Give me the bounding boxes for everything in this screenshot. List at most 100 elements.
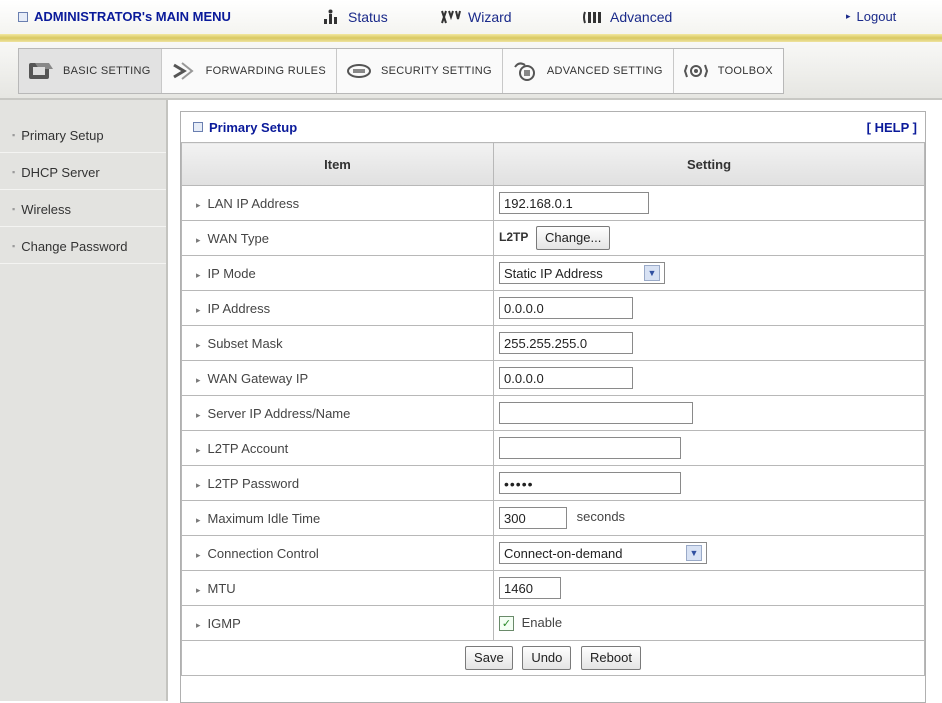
row-value-cell: [493, 395, 925, 431]
tab-basic-setting[interactable]: BASIC SETTING: [19, 49, 162, 93]
row-label-cell: ▸ WAN Gateway IP: [181, 360, 494, 396]
square-bullet-icon: [18, 11, 28, 22]
logout-link[interactable]: ▸ Logout: [846, 9, 896, 24]
change-wan-type-button[interactable]: Change...: [535, 226, 611, 250]
row-label-cell: ▸ WAN Type: [181, 220, 494, 256]
row-label-cell: ▸ L2TP Account: [181, 430, 494, 466]
status-link[interactable]: Status: [322, 9, 388, 25]
table-row: ▸ L2TP Account: [181, 430, 925, 466]
table-row: ▸ IGMP ✓ Enable: [181, 605, 925, 641]
ip-mode-selected: Static IP Address: [504, 265, 603, 281]
column-header-setting: Setting: [493, 142, 925, 186]
sidebar-item-label: Change Password: [21, 238, 128, 254]
idle-time-label: Maximum Idle Time: [207, 510, 321, 526]
row-label-cell: ▸ Server IP Address/Name: [181, 395, 494, 431]
wan-gateway-input[interactable]: 0.0.0.0: [499, 367, 633, 389]
undo-button[interactable]: Undo: [522, 646, 572, 670]
arrow-right-icon: ▸: [196, 199, 201, 210]
sidebar-item-primary-setup[interactable]: ▪ Primary Setup: [0, 118, 166, 153]
tab-toolbox[interactable]: TOOLBOX: [674, 49, 783, 93]
row-value-cell: 192.168.0.1: [493, 185, 925, 221]
table-row: ▸ MTU 1460: [181, 570, 925, 606]
sidebar-item-dhcp-server[interactable]: ▪ DHCP Server: [0, 155, 166, 190]
tab-label: TOOLBOX: [717, 65, 773, 77]
panel-title: Primary Setup: [193, 120, 297, 135]
security-setting-icon: [345, 58, 373, 84]
save-button[interactable]: Save: [465, 646, 513, 670]
ip-mode-select[interactable]: Static IP Address ▼: [499, 262, 665, 284]
tab-label: FORWARDING RULES: [205, 65, 326, 77]
advanced-setting-icon: [511, 58, 539, 84]
button-cell: Save Undo Reboot: [181, 640, 925, 676]
forwarding-rules-icon: [170, 58, 198, 84]
table-row: ▸ Maximum Idle Time 300 seconds: [181, 500, 925, 536]
arrow-right-icon: ▸: [196, 444, 201, 455]
row-value-cell: L2TP Change...: [493, 220, 925, 256]
l2tp-password-input[interactable]: •••••: [499, 472, 681, 494]
column-header-item: Item: [181, 142, 494, 186]
bullet-icon: ▪: [12, 167, 16, 177]
setup-table: Item Setting ▸ LAN IP Address 192.168.0.1…: [181, 142, 925, 676]
sidebar: ▪ Primary Setup ▪ DHCP Server ▪ Wireless…: [0, 100, 168, 701]
toolbox-icon: [682, 58, 710, 84]
row-value-cell: [493, 430, 925, 466]
advanced-link[interactable]: Advanced: [582, 9, 672, 25]
lan-ip-input[interactable]: 192.168.0.1: [499, 192, 649, 214]
subnet-mask-label: Subset Mask: [207, 335, 283, 351]
advanced-label: Advanced: [610, 9, 673, 25]
main-menu-label: ADMINISTRATOR's MAIN MENU: [34, 9, 231, 24]
igmp-enable-checkbox[interactable]: ✓: [499, 616, 514, 632]
connection-control-select[interactable]: Connect-on-demand ▼: [499, 542, 707, 564]
row-value-cell: 1460: [493, 570, 925, 606]
l2tp-password-label: L2TP Password: [207, 475, 300, 491]
primary-setup-panel: Primary Setup [ HELP ] Item Setting ▸ LAN…: [180, 111, 926, 703]
bullet-icon: ▪: [12, 204, 16, 214]
tab-forwarding-rules[interactable]: FORWARDING RULES: [162, 49, 337, 93]
l2tp-account-input[interactable]: [499, 437, 681, 459]
table-row: ▸ Server IP Address/Name: [181, 395, 925, 431]
reboot-button[interactable]: Reboot: [581, 646, 641, 670]
tab-advanced-setting[interactable]: ADVANCED SETTING: [503, 49, 674, 93]
tab-security-setting[interactable]: SECURITY SETTING: [337, 49, 503, 93]
tab-label: ADVANCED SETTING: [546, 65, 663, 77]
sidebar-item-change-password[interactable]: ▪ Change Password: [0, 229, 166, 264]
advanced-icon: [583, 11, 601, 24]
ip-address-input[interactable]: 0.0.0.0: [499, 297, 633, 319]
server-ip-label: Server IP Address/Name: [207, 405, 351, 421]
table-row: ▸ L2TP Password •••••: [181, 465, 925, 501]
main-menu-link[interactable]: ADMINISTRATOR's MAIN MENU: [18, 9, 231, 24]
row-value-cell: ✓ Enable: [493, 605, 925, 641]
idle-time-input[interactable]: 300: [499, 507, 567, 529]
igmp-enable-label: Enable: [521, 614, 563, 630]
arrow-right-icon: ▸: [846, 11, 851, 21]
row-label-cell: ▸ Connection Control: [181, 535, 494, 571]
table-row: ▸ Subset Mask 255.255.255.0: [181, 325, 925, 361]
subnet-mask-input[interactable]: 255.255.255.0: [499, 332, 633, 354]
help-link[interactable]: [ HELP ]: [867, 120, 917, 135]
server-ip-input[interactable]: [499, 402, 693, 424]
arrow-right-icon: ▸: [196, 584, 201, 595]
wizard-link[interactable]: Wizard: [440, 9, 512, 25]
mtu-input[interactable]: 1460: [499, 577, 561, 599]
square-bullet-icon: [193, 122, 203, 132]
ip-address-label: IP Address: [207, 300, 271, 316]
bullet-icon: ▪: [12, 130, 16, 140]
row-label-cell: ▸ IGMP: [181, 605, 494, 641]
arrow-right-icon: ▸: [196, 549, 201, 560]
lan-ip-label: LAN IP Address: [207, 195, 300, 211]
mtu-label: MTU: [207, 580, 236, 596]
arrow-right-icon: ▸: [196, 269, 201, 280]
table-header-row: Item Setting: [181, 142, 925, 186]
table-row: ▸ IP Mode Static IP Address ▼: [181, 255, 925, 291]
arrow-right-icon: ▸: [196, 619, 201, 630]
menu-divider: [0, 34, 942, 42]
table-row: ▸ IP Address 0.0.0.0: [181, 290, 925, 326]
panel-header: Primary Setup [ HELP ]: [181, 112, 925, 142]
row-value-cell: 0.0.0.0: [493, 360, 925, 396]
wizard-icon: [441, 10, 461, 24]
sidebar-item-label: DHCP Server: [21, 164, 100, 180]
sidebar-item-label: Wireless: [21, 201, 72, 217]
row-label-cell: ▸ Subset Mask: [181, 325, 494, 361]
sidebar-item-wireless[interactable]: ▪ Wireless: [0, 192, 166, 227]
wizard-label: Wizard: [468, 9, 512, 25]
